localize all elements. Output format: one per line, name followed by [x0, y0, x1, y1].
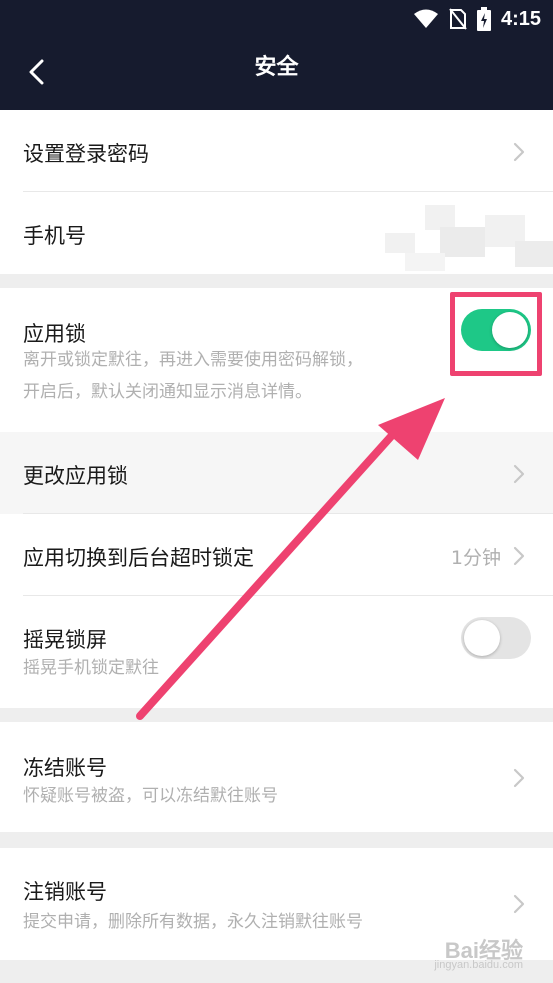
tutorial-arrow	[136, 398, 445, 720]
watermark: Bai经验 jingyan.baidu.com	[434, 933, 523, 971]
watermark-sub: jingyan.baidu.com	[434, 959, 523, 971]
